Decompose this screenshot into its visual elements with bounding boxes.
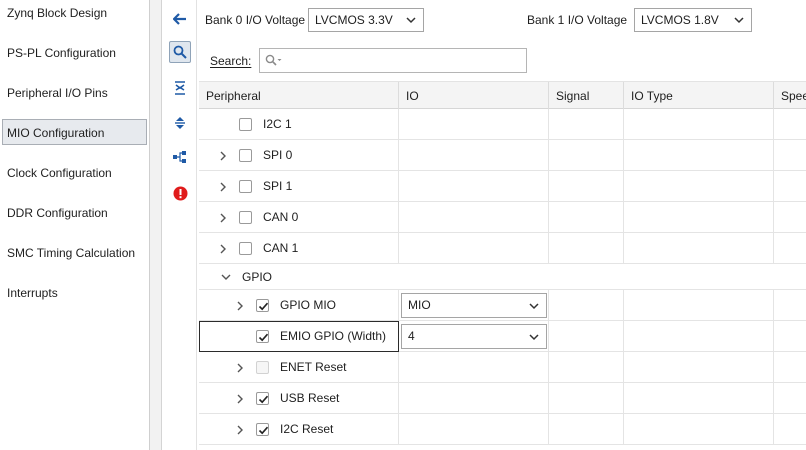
checkbox-spi0[interactable]	[239, 149, 252, 162]
checkbox-usb-reset[interactable]	[256, 392, 269, 405]
bank0-voltage-select[interactable]: LVCMOS 3.3V	[308, 8, 424, 32]
table-row[interactable]: I2C Reset	[199, 414, 806, 445]
checkmark-icon	[258, 333, 269, 342]
table-header: Peripheral IO Signal IO Type Spee	[199, 81, 806, 110]
checkbox-gpio-mio[interactable]	[256, 299, 269, 312]
bank1-voltage-value: LVCMOS 1.8V	[641, 13, 719, 27]
table-row[interactable]: CAN 1	[199, 233, 806, 264]
nav-item-ddr-configuration[interactable]: DDR Configuration	[0, 200, 148, 226]
search-toggle-button[interactable]	[169, 41, 191, 63]
row-label-usb-reset: USB Reset	[280, 391, 340, 405]
chevron-right-icon[interactable]	[218, 151, 228, 161]
back-button[interactable]	[169, 8, 191, 30]
search-label: Search:	[210, 54, 252, 68]
table-row[interactable]: USB Reset	[199, 383, 806, 414]
back-arrow-icon	[173, 13, 186, 25]
vertical-toolbar	[163, 0, 197, 450]
row-label-i2c-reset: I2C Reset	[280, 422, 334, 436]
expand-all-icon	[175, 117, 185, 129]
chevron-right-icon[interactable]	[218, 244, 228, 254]
chevron-down-icon	[734, 17, 744, 24]
row-label-can1: CAN 1	[263, 241, 299, 255]
table-row-group-gpio[interactable]: GPIO	[199, 264, 806, 290]
chevron-right-icon[interactable]	[218, 182, 228, 192]
row-label-gpio-mio: GPIO MIO	[280, 298, 337, 312]
column-header-peripheral[interactable]: Peripheral	[199, 82, 399, 110]
table-row[interactable]: SPI 1	[199, 171, 806, 202]
column-header-io[interactable]: IO	[399, 82, 549, 110]
chevron-right-icon[interactable]	[235, 425, 245, 435]
bank0-voltage-value: LVCMOS 3.3V	[315, 13, 393, 27]
row-label-i2c1: I2C 1	[263, 117, 292, 131]
bank1-voltage-select[interactable]: LVCMOS 1.8V	[634, 8, 752, 32]
mio-peripheral-table: Peripheral IO Signal IO Type Spee I2C 1 …	[199, 81, 806, 450]
chevron-right-icon[interactable]	[235, 301, 245, 311]
gpio-mio-io-select[interactable]: MIO	[401, 293, 547, 318]
row-label-spi1: SPI 1	[263, 179, 293, 193]
search-filter-icon	[265, 54, 282, 66]
row-label-spi0: SPI 0	[263, 148, 293, 162]
column-header-speed[interactable]: Spee	[774, 82, 806, 110]
checkbox-i2c-reset[interactable]	[256, 423, 269, 436]
collapse-all-icon	[175, 81, 185, 95]
nav-item-peripheral-io-pins[interactable]: Peripheral I/O Pins	[0, 80, 148, 106]
column-header-signal[interactable]: Signal	[549, 82, 624, 110]
row-label-can0: CAN 0	[263, 210, 299, 224]
table-row[interactable]: I2C 1	[199, 109, 806, 140]
chevron-down-icon	[406, 17, 416, 24]
checkmark-icon	[258, 302, 269, 311]
chevron-right-icon[interactable]	[235, 394, 245, 404]
table-row[interactable]: CAN 0	[199, 202, 806, 233]
nav-item-smc-timing-calculation[interactable]: SMC Timing Calculation	[0, 240, 148, 266]
expand-all-button[interactable]	[169, 112, 191, 134]
checkbox-i2c1[interactable]	[239, 118, 252, 131]
row-label-emio-gpio: EMIO GPIO (Width)	[280, 329, 387, 343]
table-row[interactable]: GPIO MIO MIO	[199, 290, 806, 321]
checkbox-emio-gpio[interactable]	[256, 330, 269, 343]
column-header-io-type[interactable]: IO Type	[624, 82, 774, 110]
nav-item-mio-configuration[interactable]: MIO Configuration	[2, 119, 147, 145]
checkbox-enet-reset	[256, 361, 269, 374]
emio-gpio-width-select[interactable]: 4	[401, 324, 547, 349]
checkmark-icon	[258, 395, 269, 404]
hierarchy-icon	[173, 151, 186, 163]
checkbox-spi1[interactable]	[239, 180, 252, 193]
row-label-gpio: GPIO	[242, 270, 273, 284]
chevron-down-icon	[529, 303, 539, 310]
search-icon	[173, 45, 187, 59]
checkmark-icon	[258, 426, 269, 435]
nav-item-zynq-block-design[interactable]: Zynq Block Design	[0, 0, 148, 26]
nav-item-interrupts[interactable]: Interrupts	[0, 280, 148, 306]
nav-item-clock-configuration[interactable]: Clock Configuration	[0, 160, 148, 186]
nav-item-ps-pl-configuration[interactable]: PS-PL Configuration	[0, 40, 148, 66]
table-row[interactable]: SPI 0	[199, 140, 806, 171]
hierarchy-button[interactable]	[169, 146, 191, 168]
splitter[interactable]	[150, 0, 162, 450]
chevron-right-icon[interactable]	[218, 213, 228, 223]
checkbox-can1[interactable]	[239, 242, 252, 255]
table-row[interactable]: EMIO GPIO (Width) 4	[199, 321, 806, 352]
search-input[interactable]	[259, 48, 527, 73]
errors-button[interactable]	[169, 182, 191, 204]
bank1-voltage-label: Bank 1 I/O Voltage	[527, 13, 628, 27]
checkbox-can0[interactable]	[239, 211, 252, 224]
chevron-right-icon[interactable]	[235, 363, 245, 373]
error-icon	[173, 186, 187, 200]
collapse-all-button[interactable]	[169, 77, 191, 99]
bank0-voltage-label: Bank 0 I/O Voltage	[205, 13, 306, 27]
chevron-down-icon	[529, 334, 539, 341]
emio-gpio-width-value: 4	[408, 329, 415, 343]
gpio-mio-io-value: MIO	[408, 298, 431, 312]
row-label-enet-reset: ENET Reset	[280, 360, 347, 374]
table-row[interactable]: ENET Reset	[199, 352, 806, 383]
chevron-down-icon[interactable]	[221, 272, 231, 282]
navigation-sidebar: Zynq Block Design PS-PL Configuration Pe…	[0, 0, 150, 450]
